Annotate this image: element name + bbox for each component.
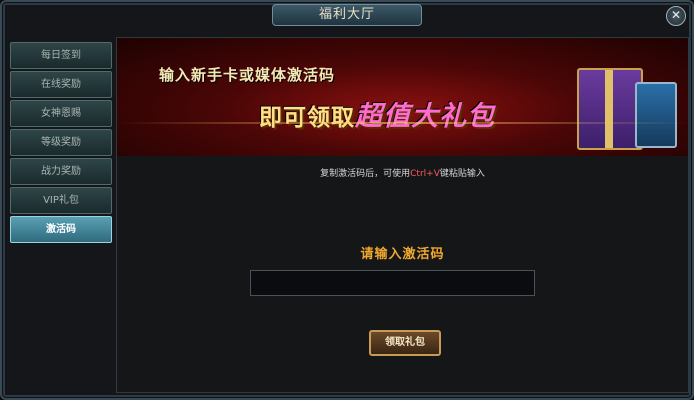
sidebar-item-power-reward[interactable]: 战力奖励 — [10, 158, 112, 185]
sidebar-item-online-reward[interactable]: 在线奖励 — [10, 71, 112, 98]
paste-hint-before: 复制激活码后，可使用 — [320, 169, 411, 179]
gift-box-small-icon — [635, 82, 677, 148]
banner-headline: 输入新手卡或媒体激活码 — [159, 66, 336, 84]
claim-gift-button[interactable]: 领取礼包 — [369, 330, 441, 356]
sidebar-item-vip-pack[interactable]: VIP礼包 — [10, 187, 112, 214]
sidebar-item-goddess-gift[interactable]: 女神恩赐 — [10, 100, 112, 127]
banner-subheadline: 即可领取超值大礼包 — [259, 94, 495, 133]
sidebar-item-activation-code[interactable]: 激活码 — [10, 216, 112, 243]
window-title: 福利大厅 — [272, 4, 422, 26]
sidebar-item-daily-checkin[interactable]: 每日签到 — [10, 42, 112, 69]
promo-banner: 输入新手卡或媒体激活码 即可领取超值大礼包 — [117, 38, 688, 156]
welfare-hall-window: 福利大厅 ✕ 每日签到 在线奖励 女神恩赐 等级奖励 战力奖励 VIP礼包 激活… — [0, 0, 694, 400]
banner-subheadline-highlight: 超值大礼包 — [355, 101, 495, 132]
activation-code-input[interactable] — [250, 270, 535, 296]
paste-hint-after: 键粘贴输入 — [439, 169, 485, 179]
activation-panel: 输入新手卡或媒体激活码 即可领取超值大礼包 复制激活码后，可使用Ctrl+V键粘… — [116, 37, 689, 393]
gift-box-icon — [577, 68, 643, 150]
sidebar: 每日签到 在线奖励 女神恩赐 等级奖励 战力奖励 VIP礼包 激活码 — [10, 42, 112, 245]
paste-hint: 复制激活码后，可使用Ctrl+V键粘贴输入 — [117, 166, 688, 179]
close-icon[interactable]: ✕ — [666, 6, 686, 26]
paste-hint-key: Ctrl+V — [410, 169, 440, 179]
code-prompt: 请输入激活码 — [360, 247, 445, 262]
sidebar-item-level-reward[interactable]: 等级奖励 — [10, 129, 112, 156]
banner-subheadline-prefix: 即可领取 — [259, 105, 355, 131]
